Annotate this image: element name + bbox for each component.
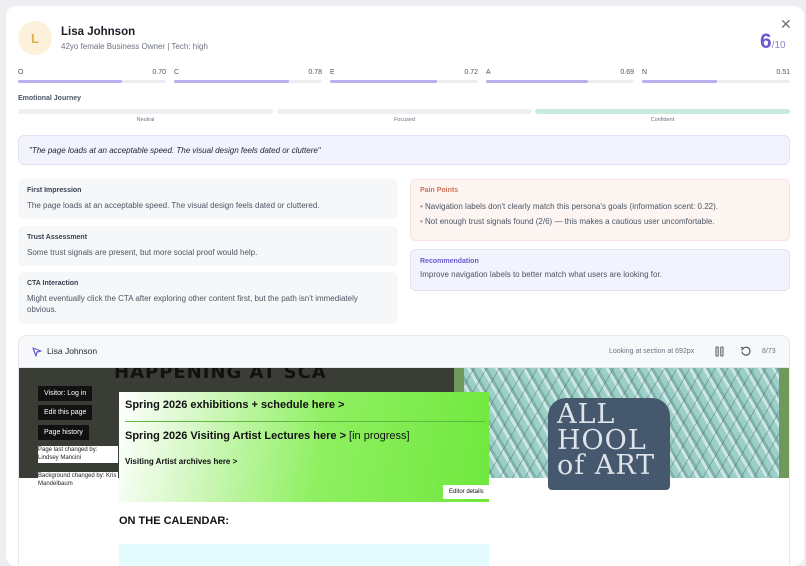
chair-lettering: ALL HOOL of ART [557,399,656,482]
trait-label: E [330,69,335,76]
cursor-icon [32,347,42,357]
trait-value: 0.78 [308,69,322,76]
visitor-login-button[interactable]: Visitor: Log in [38,386,93,401]
journey-segment-focused [277,109,532,114]
pain-points-title: Pain Points [420,187,459,194]
trait-fill [330,80,437,83]
step-counter: 8/73 [762,348,776,355]
exhibitions-link[interactable]: Spring 2026 exhibitions + schedule here … [125,399,344,411]
trait-label: C [174,69,180,76]
page-changed-note: Page last changed by: Lindsey Mancini [38,446,118,463]
journey-segment-confident [535,109,790,114]
score-value: 6 [760,30,772,53]
first-impression-card: First Impression The page loads at an ac… [18,179,398,219]
trait-value: 0.69 [620,69,634,76]
card-title: Trust Assessment [27,234,88,241]
emotional-journey-title: Emotional Journey [18,95,82,102]
cta-interaction-card: CTA Interaction Might eventually click t… [18,272,398,324]
trait-label: O [18,69,24,76]
trait-fill [18,80,122,83]
trait-bar-a: A 0.69 [486,69,634,83]
editor-details-button[interactable]: Editor details [443,485,490,499]
persona-score: 6/10 [760,30,786,54]
avatar: L [18,21,52,55]
pain-points-card: Pain Points Navigation labels don't clea… [410,179,790,241]
divider [125,421,485,422]
trait-fill [174,80,290,83]
trait-value: 0.70 [152,69,166,76]
trait-fill [486,80,589,83]
trait-bar-n: N 0.51 [642,69,790,83]
trait-track [174,80,322,83]
window-frame [779,368,789,478]
lectures-link-suffix: [in progress] [346,430,410,442]
journey-segment-neutral [18,109,273,114]
persona-result-panel: L Lisa Johnson 42yo female Business Owne… [6,6,804,566]
recommendation-card: Recommendation Improve navigation labels… [410,249,790,291]
pause-icon[interactable] [715,346,724,357]
trait-track [330,80,478,83]
card-body: The page loads at an acceptable speed. T… [27,201,320,210]
calendar-panel [119,544,489,566]
trait-bar-c: C 0.78 [174,69,322,83]
background-changed-note: Background changed by: Kris Mandelbaum [38,472,118,489]
card-title: CTA Interaction [27,280,79,287]
recommendation-title: Recommendation [420,258,479,265]
calendar-heading: ON THE CALENDAR: [119,515,229,527]
replay-icon[interactable] [740,345,752,357]
trust-assessment-card: Trust Assessment Some trust signals are … [18,226,398,266]
lectures-link[interactable]: Spring 2026 Visiting Artist Lectures her… [125,430,410,442]
trait-track [18,80,166,83]
page-history-button[interactable]: Page history [38,425,89,440]
score-denominator: /10 [771,40,786,51]
browser-toolbar: Lisa Johnson Looking at section at 692px… [19,336,789,368]
trait-value: 0.51 [776,69,790,76]
scroll-status: Looking at section at 692px [609,348,695,355]
pain-points-list: Navigation labels don't clearly match th… [420,199,780,229]
trait-label: N [642,69,648,76]
page-screenshot: ALL HOOL of ART HAPPENING AT SCA Visitor… [19,368,789,566]
trait-track [486,80,634,83]
card-body: Some trust signals are present, but more… [27,248,258,257]
trait-bar-o: O 0.70 [18,69,166,83]
trait-bar-e: E 0.72 [330,69,478,83]
site-heading: HAPPENING AT SCA [114,368,327,383]
browser-replay: Lisa Johnson Looking at section at 692px… [18,335,790,566]
trait-label: A [486,69,491,76]
journey-label: Focused [393,117,416,123]
persona-description: 42yo female Business Owner | Tech: high [61,42,208,51]
card-title: First Impression [27,187,82,194]
pain-point-item: Not enough trust signals found (2/6) — t… [420,214,780,229]
trait-value: 0.72 [464,69,478,76]
browser-persona-name: Lisa Johnson [47,346,98,356]
card-body: Might eventually click the CTA after exp… [27,294,358,315]
journey-label: Neutral [136,117,155,123]
persona-quote: "The page loads at an acceptable speed. … [18,135,790,165]
journey-label: Confident [650,117,675,123]
trait-fill [642,80,718,83]
pain-point-item: Navigation labels don't clearly match th… [420,199,780,214]
archives-link[interactable]: Visiting Artist archives here > [125,457,237,466]
trait-track [642,80,790,83]
close-icon[interactable]: ✕ [780,17,792,31]
persona-name: Lisa Johnson [61,26,136,38]
lectures-link-text: Spring 2026 Visiting Artist Lectures her… [125,430,346,442]
edit-page-button[interactable]: Edit this page [38,405,93,420]
recommendation-body: Improve navigation labels to better matc… [420,270,662,279]
